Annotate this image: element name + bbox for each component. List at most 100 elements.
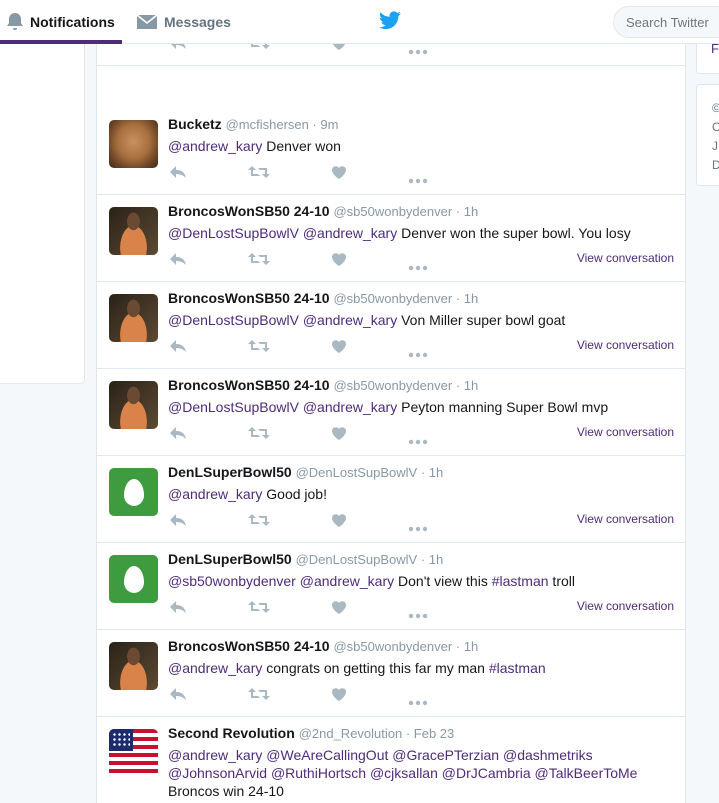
- reply-button[interactable]: [169, 339, 187, 358]
- tweet-handle[interactable]: @sb50wonbydenver: [333, 639, 452, 654]
- more-button[interactable]: [408, 171, 428, 189]
- mention-link[interactable]: @andrew_kary: [303, 312, 397, 328]
- mention-link[interactable]: @andrew_kary: [303, 225, 397, 241]
- view-conversation-link[interactable]: View conversation: [577, 251, 674, 265]
- mention-link[interactable]: @andrew_kary: [168, 660, 262, 676]
- face-avatar-icon[interactable]: [109, 120, 158, 168]
- more-button[interactable]: [408, 432, 428, 450]
- more-button[interactable]: [408, 42, 428, 60]
- tweet-timestamp[interactable]: 1h: [429, 552, 443, 567]
- mention-link[interactable]: @andrew_kary: [303, 399, 397, 415]
- like-button[interactable]: [331, 687, 347, 707]
- like-button[interactable]: [331, 252, 347, 272]
- egg-avatar-icon[interactable]: [109, 468, 158, 516]
- tweet-fullname[interactable]: BroncosWonSB50 24-10: [168, 290, 330, 306]
- reply-button[interactable]: [169, 687, 187, 706]
- tweet-fullname[interactable]: BroncosWonSB50 24-10: [168, 203, 330, 219]
- more-button[interactable]: [408, 258, 428, 276]
- tweet-timestamp[interactable]: 1h: [464, 378, 478, 393]
- nav-notifications[interactable]: Notifications: [6, 0, 129, 44]
- reply-button[interactable]: [169, 426, 187, 445]
- tweet-item[interactable]: BroncosWonSB50 24-10 @sb50wonbydenver · …: [97, 369, 685, 456]
- reply-button[interactable]: [169, 513, 187, 532]
- tweet-item[interactable]: BroncosWonSB50 24-10 @sb50wonbydenver · …: [97, 282, 685, 369]
- mention-link[interactable]: @andrew_kary: [168, 747, 262, 763]
- mention-link[interactable]: @DenLostSupBowlV: [168, 225, 299, 241]
- tweet-item[interactable]: Bucketz @mcfishersen · 9m @andrew_kary De…: [97, 108, 685, 195]
- more-button[interactable]: [408, 693, 428, 711]
- tweet-item[interactable]: BroncosWonSB50 24-10 @sb50wonbydenver · …: [97, 195, 685, 282]
- tweet-handle[interactable]: @2nd_Revolution: [299, 726, 403, 741]
- view-conversation-link[interactable]: View conversation: [577, 425, 674, 439]
- reply-button[interactable]: [169, 600, 187, 619]
- mention-link[interactable]: @WeAreCallingOut: [266, 747, 388, 763]
- tweet-fullname[interactable]: Second Revolution: [168, 725, 295, 741]
- mention-link[interactable]: @andrew_kary: [300, 573, 394, 589]
- person-avatar-icon[interactable]: [109, 381, 158, 429]
- tweet-item[interactable]: BroncosWonSB50 24-10 @sb50wonbydenver · …: [97, 630, 685, 717]
- like-button[interactable]: [331, 165, 347, 185]
- reply-button[interactable]: [169, 252, 187, 271]
- view-conversation-link[interactable]: View conversation: [577, 599, 674, 613]
- tweet-timestamp[interactable]: 1h: [464, 639, 478, 654]
- retweet-button[interactable]: [248, 339, 270, 358]
- tweet-handle[interactable]: @mcfishersen: [226, 117, 309, 132]
- tweet-timestamp[interactable]: 1h: [429, 465, 443, 480]
- hashtag-link[interactable]: #lastman: [492, 573, 549, 589]
- like-button[interactable]: [331, 426, 347, 446]
- tweet-fullname[interactable]: BroncosWonSB50 24-10: [168, 638, 330, 654]
- tweet-fullname[interactable]: DenLSuperBowl50: [168, 464, 292, 480]
- search-input[interactable]: [613, 6, 719, 38]
- mention-link[interactable]: @TalkBeerToMe: [535, 765, 638, 781]
- retweet-button[interactable]: [248, 600, 270, 619]
- mention-link[interactable]: @GracePTerzian: [392, 747, 499, 763]
- person-avatar-icon[interactable]: [109, 207, 158, 255]
- tweet-handle[interactable]: @DenLostSupBowlV: [296, 552, 418, 567]
- tweet-timestamp[interactable]: Feb 23: [414, 726, 454, 741]
- flag-avatar-icon[interactable]: [109, 729, 158, 777]
- egg-avatar-icon[interactable]: [109, 555, 158, 603]
- mention-link[interactable]: @RuthiHortsch: [271, 765, 366, 781]
- like-button[interactable]: [331, 600, 347, 620]
- more-button[interactable]: [408, 345, 428, 363]
- tweet-item[interactable]: Second Revolution @2nd_Revolution · Feb …: [97, 717, 685, 803]
- hashtag-link[interactable]: #lastman: [489, 660, 546, 676]
- tweet-item[interactable]: DenLSuperBowl50 @DenLostSupBowlV · 1h @sb…: [97, 543, 685, 630]
- tweet-fullname[interactable]: Bucketz: [168, 116, 222, 132]
- tweet-fullname[interactable]: DenLSuperBowl50: [168, 551, 292, 567]
- twitter-bird-icon[interactable]: [379, 11, 401, 30]
- tweet-timestamp[interactable]: 1h: [464, 291, 478, 306]
- retweet-button[interactable]: [248, 687, 270, 706]
- view-conversation-link[interactable]: View conversation: [577, 512, 674, 526]
- mention-link[interactable]: @DrJCambria: [442, 765, 531, 781]
- retweet-button[interactable]: [248, 165, 270, 184]
- retweet-button[interactable]: [248, 252, 270, 271]
- mention-link[interactable]: @andrew_kary: [168, 486, 262, 502]
- mention-link[interactable]: @andrew_kary: [168, 138, 262, 154]
- like-button[interactable]: [331, 513, 347, 533]
- tweet-handle[interactable]: @DenLostSupBowlV: [296, 465, 418, 480]
- more-button[interactable]: [408, 606, 428, 624]
- reply-button[interactable]: [169, 165, 187, 184]
- person-avatar-icon[interactable]: [109, 642, 158, 690]
- mention-link[interactable]: @cjksallan: [370, 765, 438, 781]
- person-avatar-icon[interactable]: [109, 294, 158, 342]
- mention-link[interactable]: @dashmetriks: [503, 747, 593, 763]
- nav-messages[interactable]: Messages: [136, 0, 231, 44]
- tweet-fullname[interactable]: BroncosWonSB50 24-10: [168, 377, 330, 393]
- mention-link[interactable]: @DenLostSupBowlV: [168, 312, 299, 328]
- tweet-handle[interactable]: @sb50wonbydenver: [333, 378, 452, 393]
- tweet-timestamp[interactable]: 1h: [464, 204, 478, 219]
- mention-link[interactable]: @JohnsonArvid: [168, 765, 267, 781]
- tweet-handle[interactable]: @sb50wonbydenver: [333, 291, 452, 306]
- tweet-handle[interactable]: @sb50wonbydenver: [333, 204, 452, 219]
- retweet-button[interactable]: [248, 513, 270, 532]
- more-button[interactable]: [408, 519, 428, 537]
- tweet-item[interactable]: DenLSuperBowl50 @DenLostSupBowlV · 1h @an…: [97, 456, 685, 543]
- like-button[interactable]: [331, 339, 347, 359]
- view-conversation-link[interactable]: View conversation: [577, 338, 674, 352]
- tweet-timestamp[interactable]: 9m: [320, 117, 338, 132]
- mention-link[interactable]: @sb50wonbydenver: [168, 573, 296, 589]
- mention-link[interactable]: @DenLostSupBowlV: [168, 399, 299, 415]
- retweet-button[interactable]: [248, 426, 270, 445]
